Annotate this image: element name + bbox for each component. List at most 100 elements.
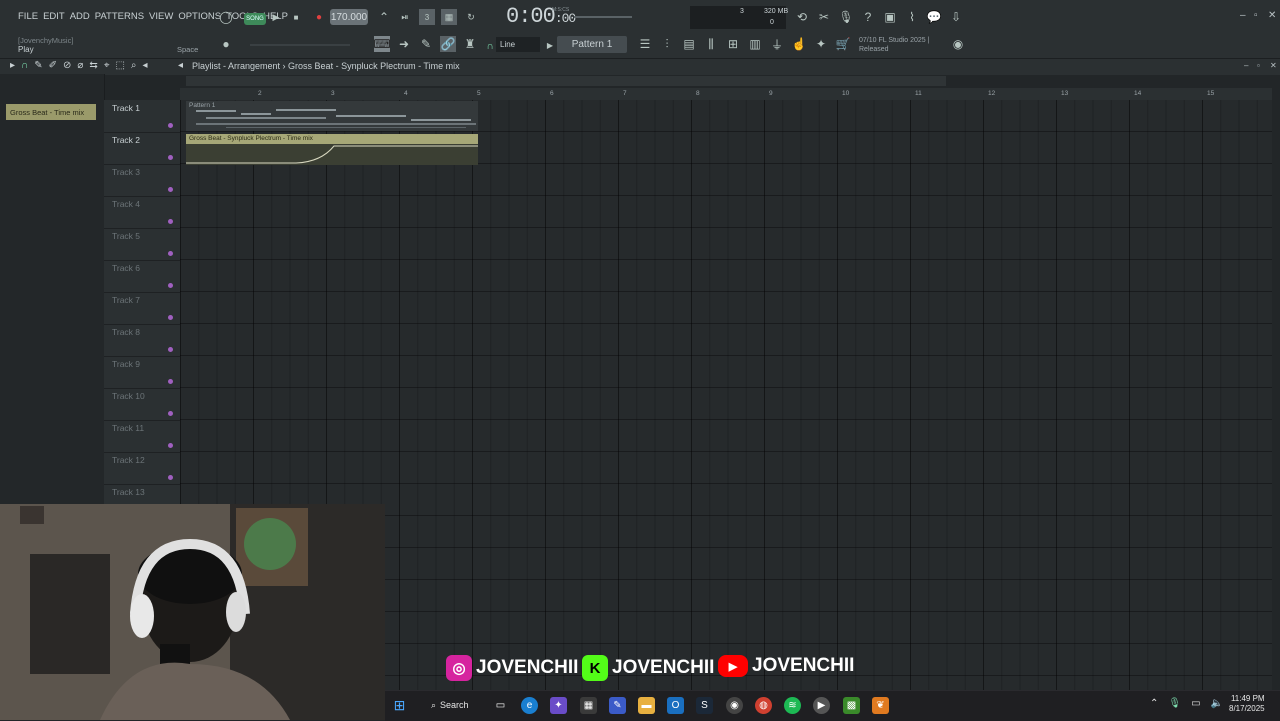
countdown-icon[interactable]: 3 — [419, 9, 435, 25]
track-header[interactable]: Track 1 — [104, 100, 180, 133]
typing-keyboard-icon[interactable]: ⌨ — [373, 36, 391, 52]
chevron-right-icon[interactable]: ▶ — [542, 37, 558, 53]
track-mute-icon[interactable] — [168, 475, 173, 480]
steam-icon[interactable]: S — [696, 697, 713, 714]
plug-icon[interactable]: ⏚ — [769, 36, 785, 52]
paint-icon[interactable]: ✐ — [49, 60, 57, 71]
track-header[interactable]: Track 6 — [104, 260, 180, 293]
automation-clip[interactable] — [186, 144, 478, 165]
browser-clip-item[interactable]: Gross Beat - Time mix — [6, 104, 96, 120]
pencil-icon[interactable]: ✎ — [418, 36, 434, 52]
mute-icon[interactable]: ⌀ — [77, 60, 83, 71]
song-mode-toggle[interactable]: SONG — [244, 13, 266, 25]
copilot-icon[interactable]: ✦ — [550, 697, 567, 714]
tray-mic-icon[interactable]: 🎙 — [1168, 698, 1181, 709]
track-header[interactable]: Track 3 — [104, 164, 180, 197]
position-slider[interactable] — [250, 44, 350, 46]
cut-icon[interactable]: ✂ — [816, 9, 832, 25]
close-icon[interactable]: ✕ — [1268, 10, 1276, 21]
menu-add[interactable]: ADD — [70, 11, 90, 22]
channel-icon[interactable]: ▥ — [747, 36, 763, 52]
mic-icon[interactable]: 🎙 — [838, 9, 854, 25]
playlist-minimize-icon[interactable]: – — [1244, 61, 1248, 70]
track-header[interactable]: Track 9 — [104, 356, 180, 389]
track-mute-icon[interactable] — [168, 347, 173, 352]
metronome-icon[interactable]: ⌃ — [376, 9, 392, 25]
minimize-icon[interactable]: – — [1240, 10, 1246, 21]
master-volume-slider[interactable] — [574, 16, 632, 18]
playlist-menu-icon[interactable]: ◂ — [178, 60, 183, 71]
track-mute-icon[interactable] — [168, 219, 173, 224]
mixer-icon[interactable]: ⫼ — [703, 36, 719, 52]
track-mute-icon[interactable] — [168, 315, 173, 320]
track-mute-icon[interactable] — [168, 443, 173, 448]
taskbar-search[interactable]: ⌕ Search — [425, 696, 479, 714]
download-icon[interactable]: ⇩ — [948, 9, 964, 25]
store-icon[interactable]: ▦ — [580, 697, 597, 714]
master-pitch-knob-icon[interactable]: ● — [218, 36, 234, 52]
news-panel[interactable]: 07/10 FL Studio 2025 | Released — [859, 36, 929, 54]
menu-patterns[interactable]: PATTERNS — [95, 11, 144, 22]
edge-icon[interactable]: e — [521, 697, 538, 714]
select-icon[interactable]: ⬚ — [115, 60, 124, 71]
track-header[interactable]: Track 5 — [104, 228, 180, 261]
record-icon[interactable]: ● — [311, 9, 327, 25]
timeline-ruler[interactable]: 2 3 4 5 6 7 8 9 10 11 12 13 14 15 — [180, 88, 1272, 100]
slip-icon[interactable]: ⇆ — [89, 60, 97, 71]
obs-icon[interactable]: ◉ — [726, 697, 743, 714]
slice-icon[interactable]: ⌖ — [104, 60, 110, 71]
menu-edit[interactable]: EDIT — [43, 11, 65, 22]
piano-roll-icon[interactable]: ▤ — [681, 36, 697, 52]
media-player-icon[interactable]: ▶ — [813, 697, 830, 714]
minecraft-icon[interactable]: ▩ — [843, 697, 860, 714]
snap-selector[interactable]: Line — [496, 37, 540, 52]
chevron-right-icon[interactable]: ▸ — [10, 60, 15, 71]
playlist-close-icon[interactable]: ✕ — [1270, 61, 1277, 70]
fl-studio-icon[interactable]: ❦ — [872, 697, 889, 714]
chrome-icon[interactable]: ◍ — [755, 697, 772, 714]
track-header[interactable]: Track 7 — [104, 292, 180, 325]
spotify-icon[interactable]: ≋ — [784, 697, 801, 714]
horizontal-scrollbar[interactable] — [186, 76, 946, 86]
loop-record-icon[interactable]: ↻ — [463, 9, 479, 25]
track-mute-icon[interactable] — [168, 283, 173, 288]
play-icon[interactable]: ▶ — [268, 9, 284, 25]
outlook-icon[interactable]: O — [667, 697, 684, 714]
draw-icon[interactable]: ✎ — [34, 60, 42, 71]
undo-icon[interactable]: ⟲ — [794, 9, 810, 25]
tray-network-icon[interactable]: ▭ — [1191, 698, 1200, 709]
pattern-selector[interactable]: Pattern 1 — [557, 36, 627, 53]
maximize-icon[interactable]: ▫ — [1254, 10, 1258, 21]
arrow-icon[interactable]: ➜ — [396, 36, 412, 52]
channel-rack-icon[interactable]: ⫶ — [659, 36, 675, 52]
tray-chevron-icon[interactable]: ⌃ — [1150, 698, 1158, 709]
track-mute-icon[interactable] — [168, 123, 173, 128]
cart-icon[interactable]: 🛒 — [835, 36, 851, 52]
plugin-icon[interactable]: ⌇ — [904, 9, 920, 25]
save-icon[interactable]: ▣ — [882, 9, 898, 25]
track-mute-icon[interactable] — [168, 251, 173, 256]
track-mute-icon[interactable] — [168, 411, 173, 416]
track-header[interactable]: Track 10 — [104, 388, 180, 421]
taskbar-clock[interactable]: 11:49 PM 8/17/2025 — [1229, 694, 1265, 714]
wait-record-icon[interactable]: ⏯ — [397, 9, 413, 25]
pen-app-icon[interactable]: ✎ — [609, 697, 626, 714]
hint-icon[interactable]: ✦ — [813, 36, 829, 52]
pattern-clip[interactable] — [186, 101, 478, 131]
chat-icon[interactable]: 💬 — [926, 9, 942, 25]
track-header[interactable]: Track 12 — [104, 452, 180, 485]
step-edit-icon[interactable]: ▦ — [441, 9, 457, 25]
playback-icon[interactable]: ◂ — [143, 60, 148, 71]
stop-icon[interactable]: ■ — [288, 9, 304, 25]
track-mute-icon[interactable] — [168, 187, 173, 192]
file-explorer-icon[interactable]: ▬ — [638, 697, 655, 714]
playlist-maximize-icon[interactable]: ▫ — [1257, 61, 1260, 70]
track-mute-icon[interactable] — [168, 379, 173, 384]
track-header[interactable]: Track 11 — [104, 420, 180, 453]
track-header[interactable]: Track 8 — [104, 324, 180, 357]
link-icon[interactable]: 🔗 — [440, 36, 456, 52]
track-header[interactable]: Track 4 — [104, 196, 180, 229]
menu-file[interactable]: FILE — [18, 11, 38, 22]
task-view-icon[interactable]: ▭ — [492, 697, 509, 714]
help-icon[interactable]: ? — [860, 9, 876, 25]
